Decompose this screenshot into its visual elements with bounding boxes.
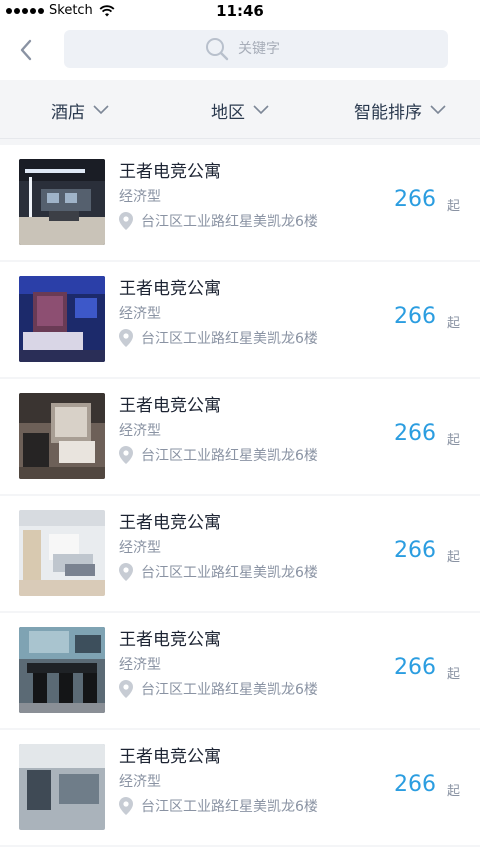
hotel-address: 台江区工业路红星美凯龙6楼 — [119, 679, 318, 699]
address-text: 台江区工业路红星美凯龙6楼 — [141, 565, 318, 581]
location-pin-icon — [119, 563, 133, 581]
hotel-card[interactable]: 王者电竞公寓 经济型 台江区工业路红星美凯龙6楼 266 起 — [0, 496, 480, 611]
location-pin-icon — [119, 329, 133, 347]
price-suffix: 起 — [446, 667, 460, 682]
filter-hotel-type[interactable]: 酒店 — [0, 82, 160, 138]
hotel-address: 台江区工业路红星美凯龙6楼 — [119, 445, 318, 465]
price: 266 — [394, 655, 436, 680]
hotel-card[interactable]: 王者电竞公寓 经济型 台江区工业路红星美凯龙6楼 266 起 — [0, 379, 480, 494]
chevron-down-icon — [93, 105, 109, 115]
address-text: 台江区工业路红星美凯龙6楼 — [141, 682, 318, 698]
filter-region[interactable]: 地区 — [160, 82, 320, 138]
hotel-name: 王者电竞公寓 — [119, 513, 221, 533]
filter-sort[interactable]: 智能排序 — [320, 82, 480, 138]
price: 266 — [394, 421, 436, 446]
price-suffix: 起 — [446, 784, 460, 799]
price-suffix: 起 — [446, 316, 460, 331]
hotel-photo — [19, 393, 105, 479]
chevron-down-icon — [253, 105, 269, 115]
hotel-card[interactable]: 王者电竞公寓 经济型 台江区工业路红星美凯龙6楼 266 起 — [0, 145, 480, 260]
hotel-address: 台江区工业路红星美凯龙6楼 — [119, 328, 318, 348]
search-icon — [206, 38, 229, 61]
price: 266 — [394, 538, 436, 563]
hotel-name: 王者电竞公寓 — [119, 747, 221, 767]
hotel-type: 经济型 — [119, 306, 161, 322]
address-text: 台江区工业路红星美凯龙6楼 — [141, 214, 318, 230]
address-text: 台江区工业路红星美凯龙6楼 — [141, 331, 318, 347]
hotel-card[interactable]: 王者电竞公寓 经济型 台江区工业路红星美凯龙6楼 266 起 — [0, 730, 480, 845]
hotel-card[interactable]: 王者电竞公寓 经济型 台江区工业路红星美凯龙6楼 266 起 — [0, 262, 480, 377]
hotel-type: 经济型 — [119, 657, 161, 673]
location-pin-icon — [119, 212, 133, 230]
hotel-name: 王者电竞公寓 — [119, 630, 221, 650]
address-text: 台江区工业路红星美凯龙6楼 — [141, 799, 318, 815]
chevron-left-icon — [20, 39, 32, 61]
price-suffix: 起 — [446, 550, 460, 565]
price-suffix: 起 — [446, 433, 460, 448]
clock: 11:46 — [216, 2, 264, 20]
hotel-type: 经济型 — [119, 423, 161, 439]
hotel-name: 王者电竞公寓 — [119, 279, 221, 299]
hotel-type: 经济型 — [119, 540, 161, 556]
search-box[interactable] — [64, 30, 448, 68]
hotel-type: 经济型 — [119, 774, 161, 790]
price: 266 — [394, 304, 436, 329]
price-suffix: 起 — [446, 199, 460, 214]
location-pin-icon — [119, 680, 133, 698]
hotel-card[interactable]: 王者电竞公寓 经济型 台江区工业路红星美凯龙6楼 266 起 — [0, 613, 480, 728]
hotel-list: 王者电竞公寓 经济型 台江区工业路红星美凯龙6楼 266 起 王者电竞公寓 经济… — [0, 145, 480, 847]
hotel-address: 台江区工业路红星美凯龙6楼 — [119, 562, 318, 582]
chevron-down-icon — [430, 105, 446, 115]
hotel-address: 台江区工业路红星美凯龙6楼 — [119, 211, 318, 231]
status-bar: Sketch 11:46 — [0, 0, 480, 22]
filter-label: 地区 — [211, 102, 245, 123]
price: 266 — [394, 772, 436, 797]
search-input[interactable] — [238, 41, 308, 57]
hotel-name: 王者电竞公寓 — [119, 162, 221, 182]
hotel-photo — [19, 510, 105, 596]
filter-bar: 酒店 地区 智能排序 — [0, 82, 480, 139]
hotel-type: 经济型 — [119, 189, 161, 205]
hotel-photo — [19, 159, 105, 245]
hotel-address: 台江区工业路红星美凯龙6楼 — [119, 796, 318, 816]
hotel-photo — [19, 627, 105, 713]
price: 266 — [394, 187, 436, 212]
back-button[interactable] — [12, 36, 40, 64]
hotel-photo — [19, 744, 105, 830]
filter-label: 酒店 — [51, 102, 85, 123]
hotel-photo — [19, 276, 105, 362]
address-text: 台江区工业路红星美凯龙6楼 — [141, 448, 318, 464]
filter-label: 智能排序 — [354, 102, 422, 123]
location-pin-icon — [119, 446, 133, 464]
hotel-name: 王者电竞公寓 — [119, 396, 221, 416]
nav-bar — [0, 22, 480, 80]
